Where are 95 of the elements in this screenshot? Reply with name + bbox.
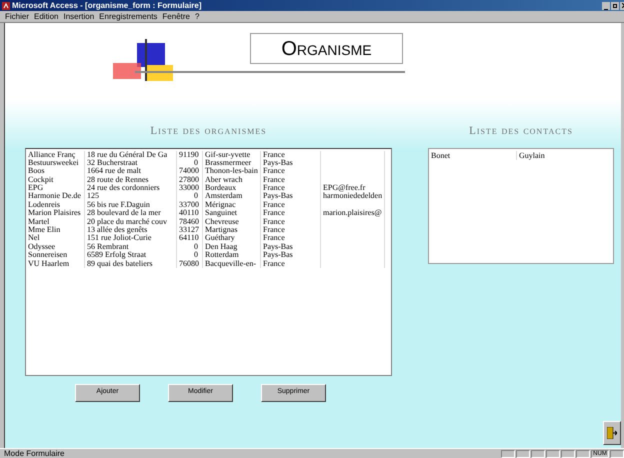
table-cell: 78460 [179, 216, 199, 226]
menu-item[interactable]: Edition [34, 12, 58, 20]
minimize-button[interactable] [602, 2, 610, 10]
menu-item[interactable]: Fichier [5, 12, 30, 20]
menu-item[interactable]: Insertion [63, 12, 94, 20]
table-cell: France [263, 258, 285, 268]
table-cell: Bacqueville-en- [205, 258, 256, 268]
table-cell: 24 rue des cordonniers [87, 183, 160, 192]
table-cell: 32 Bucherstraat [87, 158, 138, 167]
table-cell: Chevreuse [205, 216, 239, 226]
restore-icon [612, 3, 618, 8]
table-cell: Amsterdam [205, 191, 242, 200]
table-cell: Pays-Bas [263, 242, 293, 251]
table-cell: 74000 [179, 166, 199, 176]
table-cell: 76080 [179, 258, 199, 268]
table-cell: France [263, 225, 285, 234]
contacts-list[interactable]: Bonet Guylain [428, 148, 614, 264]
form-title: Organisme [250, 33, 403, 64]
table-cell: France [263, 233, 285, 242]
table-cell: Guéthary [205, 233, 235, 242]
table-cell: Mme Elin [28, 225, 60, 234]
table-cell: Alliance Franç [28, 150, 76, 158]
table-cell: Marion Plaisires [28, 208, 81, 218]
section-heading: Liste des organismes [150, 124, 267, 139]
table-cell: Boos [28, 166, 44, 176]
table-cell: 0 [194, 191, 198, 200]
table-cell: Lodenreis [28, 200, 60, 209]
table-cell: 33700 [179, 200, 199, 209]
table-cell: France [263, 183, 285, 192]
table-cell: Sonnereisen [28, 250, 68, 260]
organisms-list[interactable] [25, 148, 392, 376]
menu-item[interactable]: Fenêtre [162, 12, 190, 20]
table-cell: 56 Rembrant [87, 242, 129, 251]
table-cell: Odyssee [28, 242, 56, 251]
table-cell: Guylain [519, 150, 545, 160]
table-cell: 6589 Erfolg Straat [87, 250, 146, 260]
table-cell: Brassmermeer [205, 158, 252, 167]
table-cell: 56 bis rue F.Daguin [87, 200, 150, 209]
table-cell: France [263, 216, 285, 226]
table-cell: VU Haarlem [28, 258, 70, 268]
table-cell: EPG [28, 183, 44, 192]
door-icon [607, 427, 617, 439]
table-cell: EPG@free.fr [323, 183, 366, 192]
table-cell: 40110 [179, 208, 199, 218]
table-cell: 20 place du marché couv [87, 216, 167, 226]
table-cell: Bonet [431, 150, 450, 160]
table-cell: Pays-Bas [263, 158, 293, 167]
table-cell: 33127 [179, 225, 199, 234]
table-cell: 91190 [179, 150, 199, 158]
table-cell: Martignas [205, 225, 238, 234]
table-cell: Rotterdam [205, 250, 239, 260]
status-text: Mode Formulaire [4, 450, 64, 458]
table-cell: 28 route de Rennes [87, 174, 149, 184]
exit-button[interactable] [603, 421, 621, 445]
table-cell: Pays-Bas [263, 191, 293, 200]
table-cell: Martel [28, 216, 50, 226]
table-cell: marion.plaisires@ [323, 208, 382, 218]
table-cell: Cockpit [28, 174, 54, 184]
window-title: Microsoft Access - [organisme_form : Formulaire] [12, 2, 202, 10]
table-cell: Den Haag [205, 242, 238, 251]
table-cell: 64110 [179, 233, 199, 242]
table-cell: 0 [194, 158, 198, 167]
table-cell: Harmonie De.de [28, 191, 81, 200]
table-cell: 89 quai des bateliers [87, 258, 153, 268]
table-cell: 18 rue du Général De Ga [87, 150, 168, 158]
table-cell: harmoniededelden [323, 191, 382, 200]
app-icon [2, 2, 10, 10]
table-cell: Mérignac [205, 200, 236, 209]
table-cell: France [263, 208, 285, 218]
table-cell: 28 boulevard de la mer [87, 208, 161, 218]
table-cell: France [263, 166, 285, 176]
table-cell: 27800 [179, 174, 199, 184]
table-cell: 13 allée des genêts [87, 225, 148, 234]
table-cell: 33000 [179, 183, 199, 192]
status-panel [610, 450, 624, 458]
table-cell: Sanguinet [205, 208, 237, 218]
table-cell: Thonon-les-bain [205, 166, 258, 176]
menu-item[interactable]: Enregistrements [99, 12, 158, 20]
table-cell: 151 rue Joliot-Curie [87, 233, 152, 242]
restore-button[interactable] [611, 2, 619, 10]
table-cell: 0 [194, 250, 198, 260]
menu-item[interactable]: ? [195, 12, 200, 20]
table-cell: 125 [87, 191, 99, 200]
table-cell: Nel [28, 233, 40, 242]
table-cell: Gif-sur-yvette [205, 150, 250, 158]
table-cell: Bordeaux [205, 183, 236, 192]
section-heading: Liste des contacts [469, 124, 573, 139]
table-cell: Pays-Bas [263, 250, 293, 260]
table-cell: 0 [194, 242, 198, 251]
table-cell: 1664 rue de malt [87, 166, 141, 176]
table-cell: France [263, 150, 285, 158]
table-cell: Bestuursweekei [28, 158, 79, 167]
table-cell: France [263, 174, 285, 184]
table-cell: Aber wrach [205, 174, 243, 184]
table-cell: France [263, 200, 285, 209]
